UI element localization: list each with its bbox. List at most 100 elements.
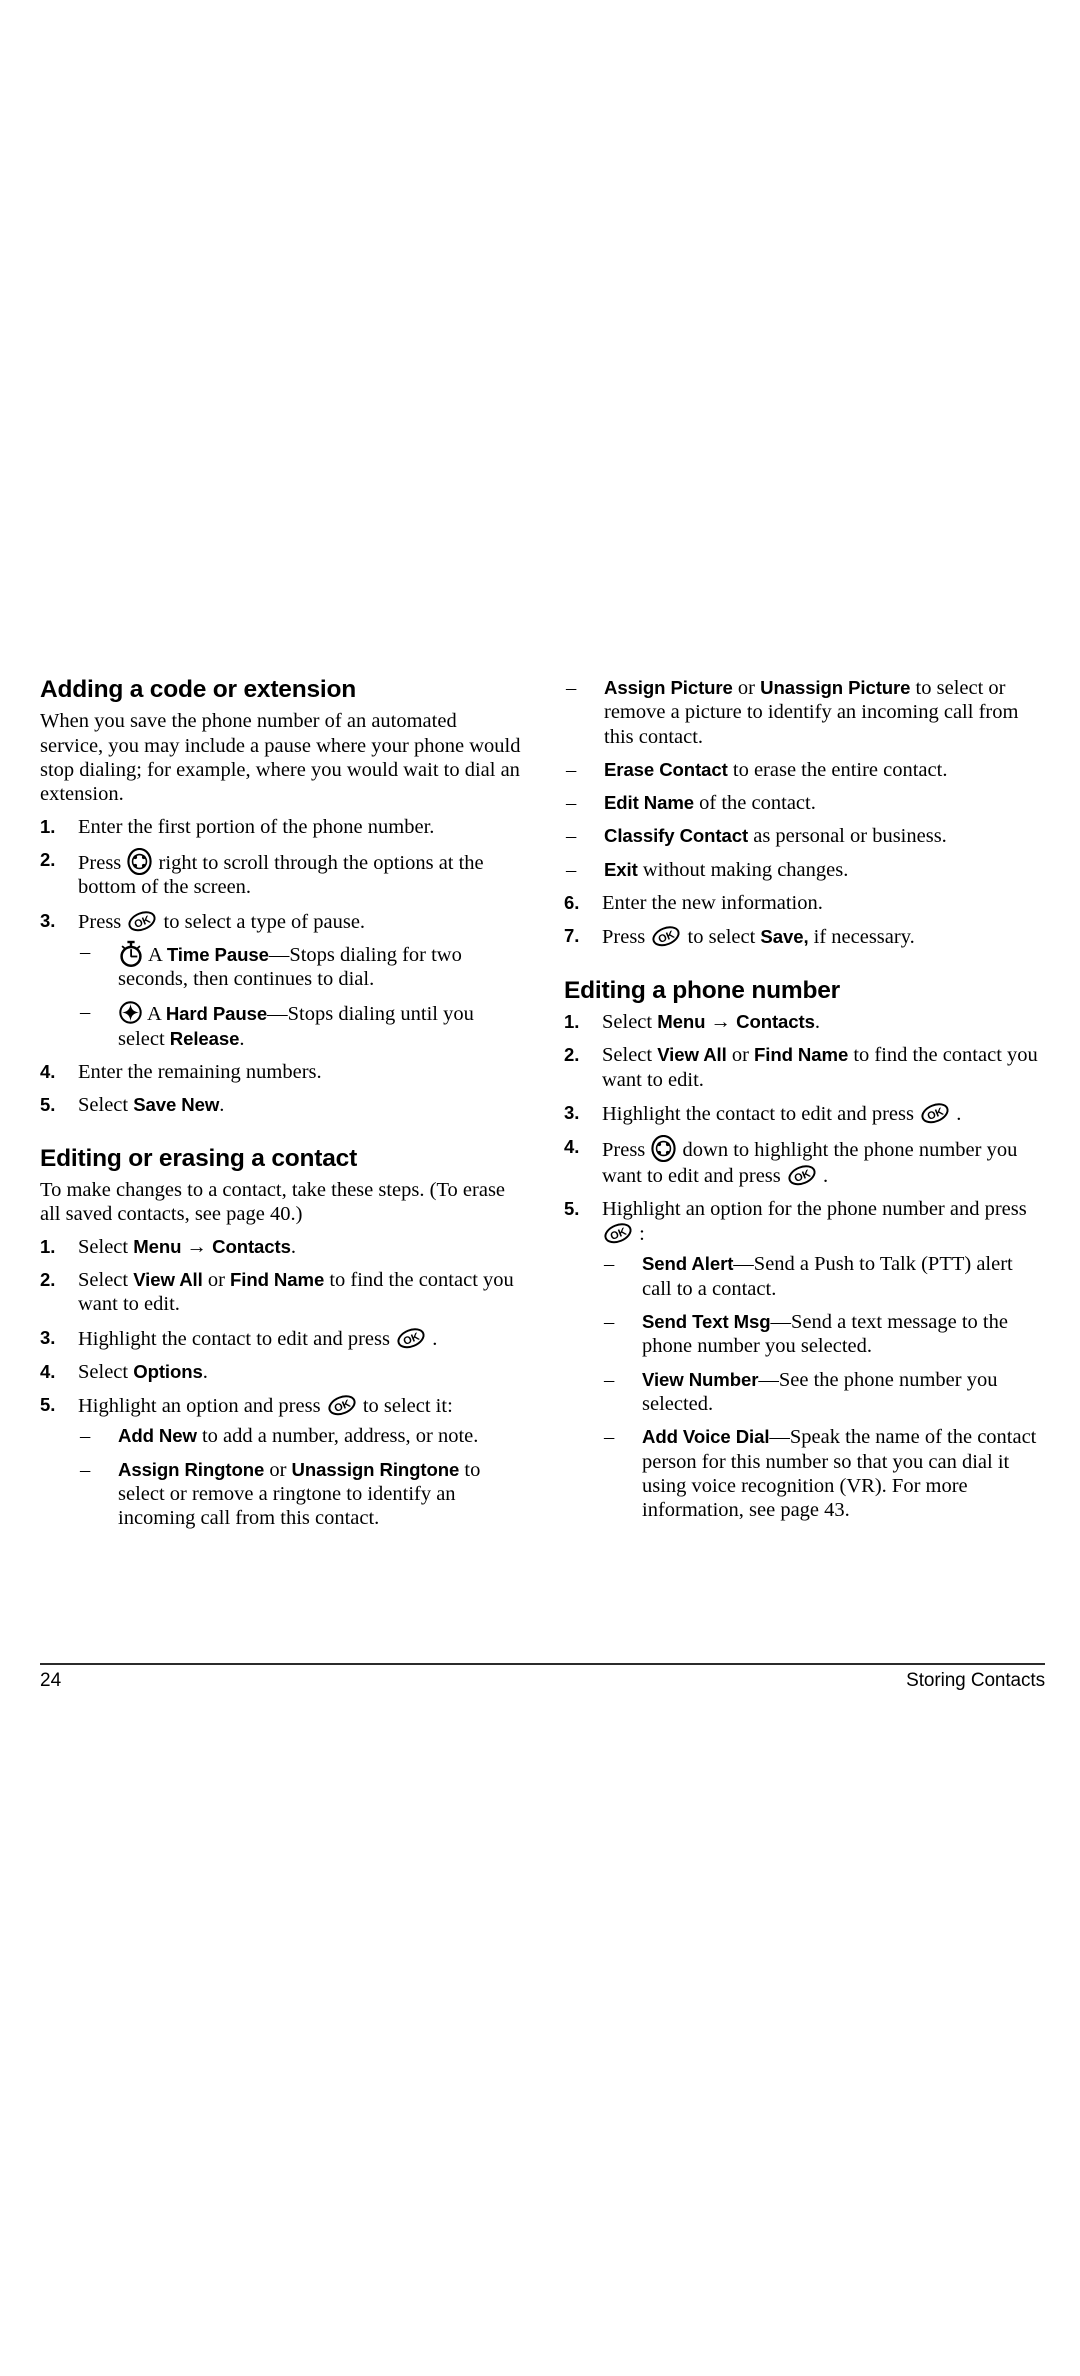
page-content: Adding a code or extension When you save…	[40, 676, 1045, 1540]
ui-term: Menu	[657, 1011, 706, 1033]
pause-type-list: – A Time Pause—Stops dialing for two sec…	[78, 940, 522, 1051]
step-item: 2. Select View All or Find Name to find …	[564, 1043, 1046, 1092]
step-number: 1.	[564, 1011, 580, 1033]
options-list: – Add New to add a number, address, or no…	[78, 1424, 522, 1530]
ui-term: Add Voice Dial	[642, 1426, 770, 1448]
list-item-post: of the contact.	[694, 792, 816, 815]
dash-bullet: –	[566, 825, 577, 848]
step-item: 6. Enter the new information.	[564, 891, 1046, 915]
step-text-pre: Highlight an option and press	[78, 1395, 326, 1418]
step-number: 5.	[564, 1197, 580, 1219]
dash-bullet: –	[604, 1426, 615, 1449]
ui-term: Assign Ringtone	[118, 1458, 265, 1480]
ui-term: Hard Pause	[165, 1003, 268, 1025]
dash-bullet: –	[566, 677, 577, 699]
ui-term: Time Pause	[166, 943, 269, 965]
list-item-post: .	[239, 1027, 245, 1050]
list-item-post: as personal or business.	[748, 825, 947, 848]
step-item: 4. Press down to highlight the phone num…	[564, 1135, 1046, 1188]
list-item: – Add New to add a number, address, or no…	[78, 1424, 522, 1448]
section-intro-adding-code: When you save the phone number of an aut…	[40, 710, 521, 806]
stopwatch-icon	[118, 940, 144, 967]
step-text-post: .	[202, 1360, 208, 1383]
dash-bullet: –	[604, 1368, 615, 1391]
step-text-pre: Press	[602, 1139, 651, 1162]
step-number: 4.	[40, 1360, 56, 1382]
step-number: 7.	[564, 925, 580, 947]
step-text-post: .	[290, 1235, 297, 1258]
ui-term: Options	[133, 1360, 203, 1382]
ui-term: Assign Picture	[604, 677, 733, 698]
ui-term: Unassign Picture	[760, 677, 911, 698]
ui-term: Erase Contact	[604, 758, 728, 780]
step-item: 1. Enter the first portion of the phone …	[40, 815, 522, 839]
list-item: – A Hard Pause—Stops dialing until you s…	[78, 1000, 522, 1051]
list-item: – Exit without making changes.	[564, 858, 1046, 882]
step-item: 5. Highlight an option and press OK to s…	[40, 1393, 522, 1530]
step-text-pre: Press	[602, 926, 651, 949]
ok-key-icon: OK	[126, 909, 158, 933]
step-number: 3.	[564, 1102, 580, 1123]
list-item-pre: A	[148, 943, 167, 966]
ui-term: View All	[133, 1268, 203, 1290]
step-number: 6.	[564, 892, 580, 914]
steps-editing-erasing: 1. Select Menu → Contacts. 2. Select Vie…	[40, 1235, 522, 1531]
step-text-post: .	[427, 1327, 438, 1350]
step-number: 2.	[564, 1044, 580, 1066]
step-number: 1.	[40, 1235, 56, 1257]
ok-key-icon: OK	[650, 924, 682, 948]
steps-editing-phone-number: 1. Select Menu → Contacts. 2. Select Vie…	[564, 1010, 1046, 1522]
page-footer: 24 Storing Contacts	[40, 1670, 1045, 1692]
list-item-pre: A	[147, 1003, 166, 1026]
step-text-pre: Press	[78, 851, 127, 874]
dash-bullet: –	[566, 758, 577, 781]
list-item: – A Time Pause—Stops dialing for two sec…	[78, 940, 522, 992]
step-number: 4.	[564, 1136, 580, 1158]
phone-number-options-list: – Send Alert—Send a Push to Talk (PTT) al…	[602, 1252, 1046, 1522]
ui-term: View Number	[642, 1368, 759, 1390]
step-item: 5. Highlight an option for the phone num…	[564, 1197, 1046, 1523]
ui-term: Find Name	[754, 1044, 849, 1066]
dash-bullet: –	[566, 858, 577, 881]
list-item: – Classify Contact as personal or busines…	[564, 824, 1046, 848]
step-text-mid: or	[202, 1268, 231, 1291]
step-item: 1. Select Menu → Contacts.	[40, 1235, 522, 1259]
ui-term: Find Name	[230, 1268, 325, 1290]
list-item: – View Number—See the phone number you se…	[602, 1368, 1046, 1417]
step-text-pre: Select	[78, 1094, 134, 1117]
step-text-pre: Highlight the contact to edit and press	[78, 1327, 396, 1350]
ui-term: Send Alert	[642, 1253, 734, 1275]
section-heading-editing-erasing: Editing or erasing a contact	[40, 1144, 358, 1172]
ui-term: Add New	[118, 1425, 197, 1447]
dash-bullet: –	[604, 1253, 615, 1276]
step-number: 2.	[40, 1268, 56, 1290]
list-item: – Add Voice Dial—Speak the name of the co…	[602, 1425, 1046, 1522]
step-item: 2. Press right to scroll through the opt…	[40, 847, 522, 900]
ui-term: Contacts	[212, 1235, 291, 1257]
list-item: – Edit Name of the contact.	[564, 791, 1046, 815]
step-text: Enter the remaining numbers.	[78, 1061, 322, 1083]
step-text-post: to select a type of pause.	[158, 910, 366, 933]
ui-term: Exit	[604, 858, 638, 880]
ok-key-icon: OK	[919, 1101, 951, 1125]
step-text-pre: Select	[78, 1235, 134, 1258]
list-item-post: to erase the entire contact.	[727, 758, 948, 781]
step-text-pre: Highlight an option for the phone number…	[602, 1197, 1027, 1220]
dash-bullet: –	[80, 1458, 91, 1481]
arrow-separator: →	[181, 1235, 213, 1258]
star-circle-icon	[118, 1000, 143, 1025]
step-item: 2. Select View All or Find Name to find …	[40, 1268, 522, 1317]
step-item: 4. Select Options.	[40, 1360, 522, 1384]
step-text-post: if necessary.	[808, 926, 915, 949]
step-item: 3. Highlight the contact to edit and pre…	[564, 1101, 1046, 1126]
page-number: 24	[40, 1670, 62, 1691]
step-number: 5.	[40, 1094, 56, 1116]
step-item: 1. Select Menu → Contacts.	[564, 1010, 1046, 1034]
arrow-separator: →	[705, 1011, 737, 1034]
dash-bullet: –	[604, 1311, 615, 1334]
list-item: – Assign Ringtone or Unassign Ringtone to…	[78, 1458, 522, 1531]
steps-adding-code: 1. Enter the first portion of the phone …	[40, 815, 522, 1118]
step-text: Enter the new information.	[602, 892, 823, 915]
step-number: 5.	[40, 1394, 56, 1416]
ui-term: Save New	[133, 1094, 220, 1116]
